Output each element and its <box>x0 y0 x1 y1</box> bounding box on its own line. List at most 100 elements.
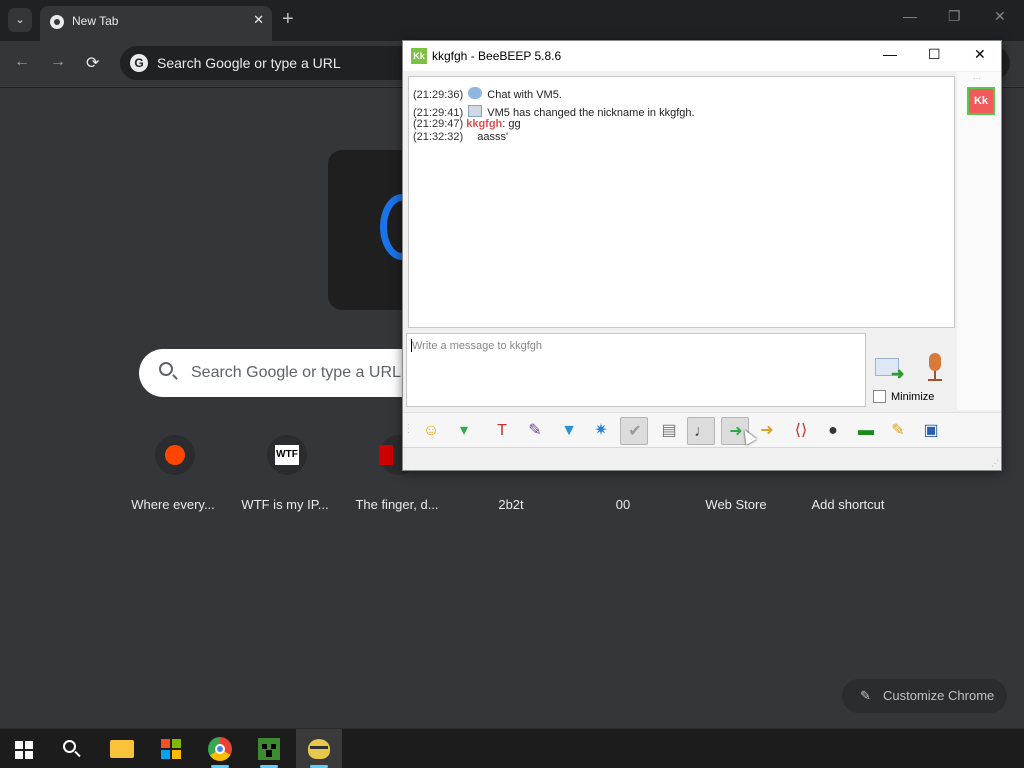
google-icon: G <box>130 54 148 72</box>
minimize-checkbox[interactable] <box>873 390 886 403</box>
chat-message: (21:29:41) VM5 has changed the nickname … <box>413 105 695 119</box>
save-button[interactable]: ▣ <box>917 417 945 445</box>
beebeep-bee-icon <box>308 739 330 759</box>
red-site-icon <box>379 445 393 465</box>
dictionary-button[interactable]: ▤ <box>655 417 683 445</box>
search-icon <box>63 740 76 753</box>
folder-icon <box>110 740 134 758</box>
dictionary-icon: ▤ <box>661 422 677 439</box>
info-icon <box>468 105 483 117</box>
address-bar-placeholder: Search Google or type a URL <box>157 55 341 71</box>
new-tab-button[interactable]: + <box>282 9 294 29</box>
user-avatar[interactable]: Kk <box>967 87 995 115</box>
send-folder-button[interactable]: ➜ <box>753 417 781 445</box>
tab-search-button[interactable]: ⌄ <box>8 8 32 32</box>
taskbar-chrome[interactable] <box>197 729 243 768</box>
voice-message-button[interactable] <box>925 353 945 383</box>
spellcheck-icon: ✔ <box>628 423 642 440</box>
shortcut-label: The finger, d... <box>355 497 439 512</box>
html-button[interactable]: ⟨⟩ <box>787 417 815 445</box>
resize-grip[interactable]: ⋰ <box>991 459 999 468</box>
settings-button[interactable]: ✷ <box>587 417 615 445</box>
taskbar-microsoft-store[interactable] <box>148 729 194 768</box>
terminal-icon: ▬ <box>858 422 874 439</box>
settings-icon: ✷ <box>594 422 608 439</box>
chat-history[interactable]: (21:29:36) Chat with VM5. (21:29:41) VM5… <box>408 76 955 328</box>
back-button[interactable]: ← <box>14 53 30 71</box>
panel-grip[interactable]: ⋯ <box>973 74 981 83</box>
window-minimize-button[interactable]: — <box>903 8 917 24</box>
start-button[interactable] <box>0 729 46 768</box>
message-time: (21:29:47) <box>413 118 464 130</box>
save-icon: ▣ <box>923 422 939 439</box>
font-button[interactable]: T <box>488 417 516 445</box>
beebeep-window: Kk kkgfgh - BeeBEEP 5.8.6 — ☐ ✕ (21:29:3… <box>402 40 1002 471</box>
shortcut-label: Where every... <box>131 497 215 512</box>
minimize-label: Minimize <box>891 391 935 403</box>
beebeep-titlebar[interactable]: Kk kkgfgh - BeeBEEP 5.8.6 — ☐ ✕ <box>403 41 1001 71</box>
microphone-icon <box>929 353 941 371</box>
wtf-icon: WTF <box>275 445 299 465</box>
message-text: Chat with VM5. <box>487 89 562 101</box>
beebeep-close-button[interactable]: ✕ <box>974 46 986 63</box>
color-button[interactable]: ✎ <box>521 417 549 445</box>
message-input-placeholder: Write a message to kkgfgh <box>412 340 543 352</box>
minecraft-icon <box>258 738 280 760</box>
send-message-button[interactable]: ➜ <box>875 354 907 383</box>
chat-message: (21:32:32) aasss' <box>413 131 508 143</box>
microphone-stand <box>934 371 936 379</box>
user-panel: ⋯ Kk <box>957 72 1001 410</box>
note-button[interactable]: ✎ <box>884 417 912 445</box>
spellcheck-button[interactable]: ✔ <box>620 417 648 445</box>
reload-button[interactable]: ⟳ <box>86 53 99 73</box>
message-text: aasss' <box>477 131 509 143</box>
terminal-button[interactable]: ▬ <box>852 417 880 445</box>
chrome-icon <box>208 737 232 761</box>
pencil-icon: ✎ <box>860 688 871 703</box>
shortcut-icon-circle <box>155 435 195 475</box>
music-note-button[interactable]: ♩ <box>687 417 715 445</box>
shortcut-label: Web Store <box>705 497 767 512</box>
note-icon: ✎ <box>891 422 905 439</box>
window-close-button[interactable]: ✕ <box>994 8 1006 25</box>
bell-icon: ▾ <box>459 422 469 439</box>
chat-toolbar: · · · ☺ ▾ T ✎ ▼ ✷ ✔ ▤ ♩ ➜ ➜ ⟨⟩ ● ▬ ✎ ▣ <box>403 412 1001 448</box>
message-time: (21:29:36) <box>413 89 464 101</box>
arrow-right-icon: ➜ <box>891 366 905 383</box>
screenshot-icon: ● <box>828 422 838 439</box>
taskbar-minecraft[interactable] <box>246 729 292 768</box>
toolbar-grip[interactable]: · · · <box>407 421 410 437</box>
shortcut-tile[interactable]: Where every... <box>123 431 223 531</box>
beebeep-minimize-button[interactable]: — <box>883 46 897 62</box>
tab-title: New Tab <box>72 14 119 28</box>
font-icon: T <box>497 422 507 439</box>
beebeep-maximize-button[interactable]: ☐ <box>928 46 941 63</box>
chrome-favicon-icon <box>50 15 64 29</box>
windows-logo-icon <box>15 741 33 759</box>
taskbar-beebeep[interactable] <box>296 729 342 768</box>
chat-message: (21:29:47) kkgfgh: gg <box>413 118 521 130</box>
window-restore-button[interactable]: ❐ <box>948 8 961 25</box>
filter-button[interactable]: ▼ <box>555 417 583 445</box>
tab-new-tab[interactable]: New Tab ✕ <box>40 6 272 41</box>
shortcut-label: 00 <box>615 497 631 512</box>
forward-button[interactable]: → <box>50 53 66 71</box>
customize-chrome-button[interactable]: ✎ Customize Chrome <box>842 679 1007 713</box>
desktop: ⌄ New Tab ✕ + — ❐ ✕ ← → ⟳ G Search Googl… <box>0 0 1024 768</box>
beebeep-title: kkgfgh - BeeBEEP 5.8.6 <box>432 49 562 63</box>
taskbar-search-button[interactable] <box>49 729 95 768</box>
taskbar-file-explorer[interactable] <box>99 729 145 768</box>
search-icon <box>159 362 173 376</box>
tab-close-icon[interactable]: ✕ <box>253 12 264 28</box>
message-input[interactable]: Write a message to kkgfgh <box>406 333 866 407</box>
message-nick: kkgfgh <box>466 118 503 130</box>
emoticon-button[interactable]: ☺ <box>417 417 445 445</box>
bell-button[interactable]: ▾ <box>450 417 478 445</box>
ntp-search-placeholder: Search Google or type a URL <box>191 364 401 381</box>
screenshot-button[interactable]: ● <box>819 417 847 445</box>
store-icon <box>161 739 181 759</box>
shortcut-tile[interactable]: WTF WTF is my IP... <box>235 431 335 531</box>
beebeep-logo-icon: Kk <box>411 48 427 64</box>
microphone-base <box>928 379 942 381</box>
reddit-icon <box>165 445 185 465</box>
